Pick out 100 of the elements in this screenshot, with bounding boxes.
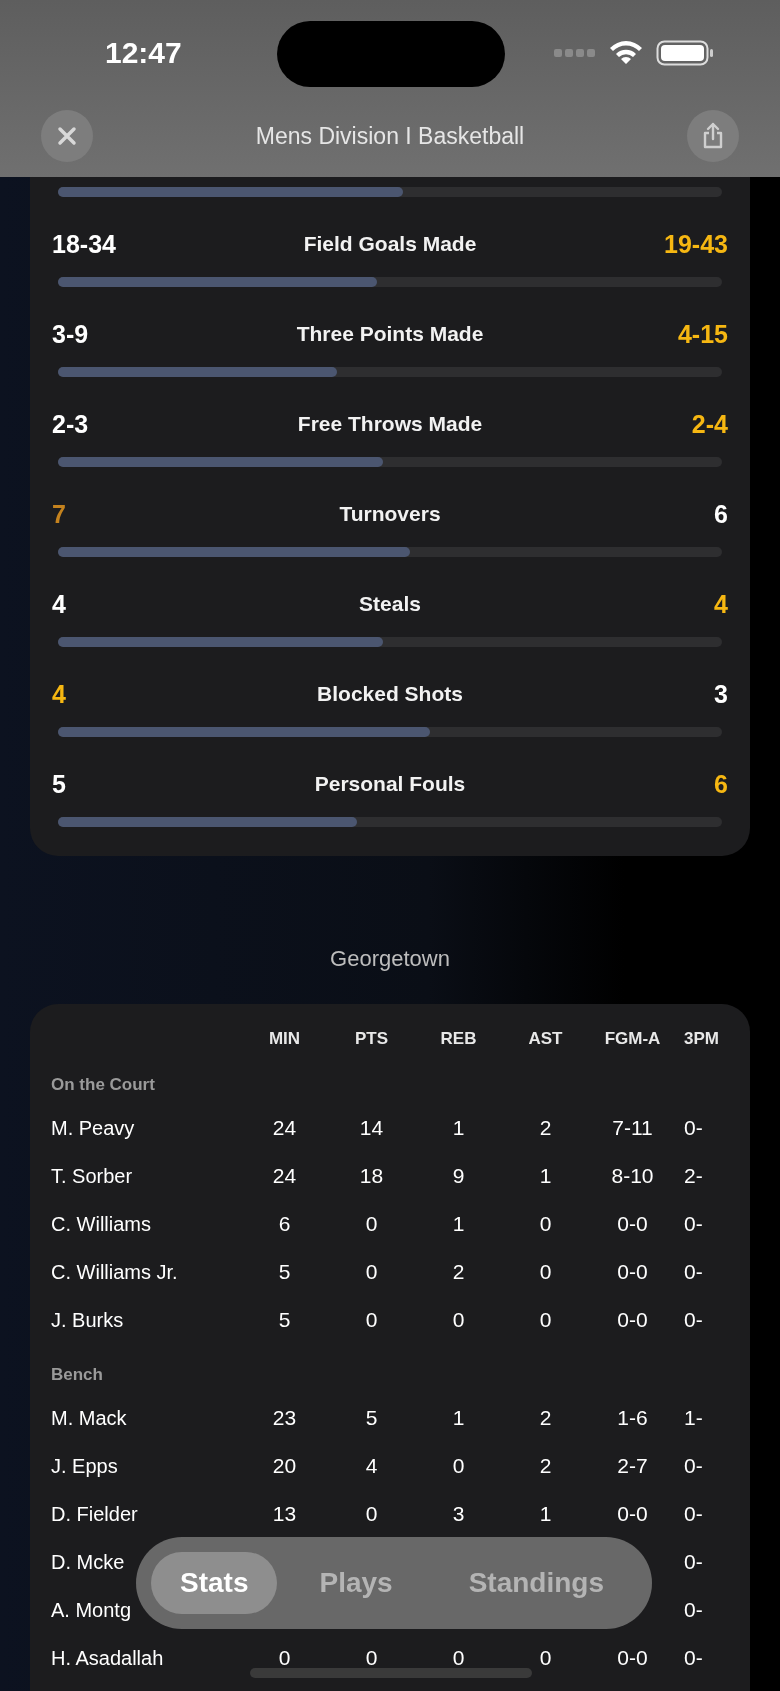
stat-cell-text: 0	[364, 1212, 379, 1236]
stat-label: Personal Fouls	[314, 772, 466, 796]
team-stat-value: 3-9	[52, 319, 89, 349]
team-name: Georgetown	[329, 945, 451, 973]
opponent-stat-value: 3	[714, 679, 728, 709]
stat-cell-text: 0-	[683, 1646, 704, 1670]
stat-cell-text: 0-0	[616, 1502, 649, 1526]
stat-cell-text: 1	[451, 1212, 466, 1236]
player-name[interactable]: A. Montg	[51, 1598, 132, 1622]
stat-cell-text: 1-6	[616, 1406, 649, 1430]
stat-cell-text: 13	[271, 1502, 298, 1526]
stat-cell-text: 6	[277, 1212, 292, 1236]
stat-cell-text: 8-10	[610, 1164, 655, 1188]
player-name[interactable]: C. Williams	[51, 1212, 151, 1236]
team-stat-value: 7	[52, 499, 66, 529]
stat-label: Three Points Made	[296, 322, 484, 346]
opponent-stat-value: 6	[714, 769, 728, 799]
group-title: On the Court	[51, 1074, 156, 1096]
team-stat-value: 5	[52, 769, 66, 799]
opponent-stat-value: 4	[714, 589, 728, 619]
stat-cell-text: 0-	[683, 1598, 704, 1622]
stat-cell-text: 5	[277, 1260, 292, 1284]
player-name[interactable]: M. Mack	[51, 1406, 127, 1430]
player-name[interactable]: J. Epps	[51, 1454, 118, 1478]
battery-icon	[656, 40, 714, 66]
stat-cell-text: 2-7	[616, 1454, 649, 1478]
stat-cell-text: 0-	[683, 1116, 704, 1140]
stat-cell-text: 0	[451, 1308, 466, 1332]
status-time: 12:47	[105, 36, 183, 70]
stat-cell-text: 0-0	[616, 1308, 649, 1332]
stat-cell-text: 0	[538, 1308, 553, 1332]
column-header: MIN	[267, 1029, 302, 1049]
column-header: AST	[527, 1029, 564, 1049]
player-name[interactable]: D. Mcke	[51, 1550, 125, 1574]
stat-cell-text: 9	[451, 1164, 466, 1188]
stat-label: Blocked Shots	[317, 682, 463, 706]
stat-cell-text: 0-	[683, 1454, 704, 1478]
stat-cell-text: 2	[538, 1116, 553, 1140]
stat-cell-text: 14	[358, 1116, 385, 1140]
stat-cell-text: 1	[451, 1116, 466, 1140]
opponent-stat-value: 6	[714, 499, 728, 529]
stat-cell-text: 0-0	[616, 1212, 649, 1236]
stat-cell-text: 2	[538, 1406, 553, 1430]
stat-cell-text: 24	[271, 1116, 298, 1140]
stat-cell-text: 0	[538, 1260, 553, 1284]
player-name[interactable]: M. Peavy	[51, 1116, 135, 1140]
share-button[interactable]	[687, 110, 739, 162]
stat-label: Free Throws Made	[297, 412, 483, 436]
stat-cell-text: 0	[364, 1308, 379, 1332]
stat-cell-text: 18	[358, 1164, 385, 1188]
team-stat-value: 4	[52, 589, 66, 619]
stat-cell-text: 0	[364, 1502, 379, 1526]
stat-cell-text: 0	[451, 1646, 466, 1670]
column-header: 3PM	[683, 1029, 720, 1049]
stat-cell-text: 23	[271, 1406, 298, 1430]
signal-icon	[554, 49, 596, 57]
stat-cell-text: 0-	[683, 1212, 704, 1236]
stat-label: Turnovers	[339, 502, 441, 526]
stat-cell-text: 0	[451, 1454, 466, 1478]
column-header: FGM-A	[603, 1029, 662, 1049]
stat-cell-text: 0-	[683, 1502, 704, 1526]
opponent-stat-value: 4-15	[677, 319, 728, 349]
stat-cell-text: 2	[451, 1260, 466, 1284]
stat-cell-text: 2-	[683, 1164, 704, 1188]
stat-cell-text: 0	[364, 1260, 379, 1284]
player-name[interactable]: T. Sorber	[51, 1164, 133, 1188]
stat-cell-text: 0-	[683, 1260, 704, 1284]
stat-cell-text: 7-11	[611, 1116, 654, 1140]
stat-cell-text: 5	[364, 1406, 379, 1430]
stat-cell-text: 0-	[683, 1550, 704, 1574]
column-header: REB	[439, 1029, 478, 1049]
stat-cell-text: 0-0	[616, 1646, 649, 1670]
stat-cell-text: 2	[538, 1454, 553, 1478]
stat-cell-text: 0-	[683, 1308, 704, 1332]
stat-cell-text: 0	[277, 1646, 292, 1670]
stat-cell-text: 4	[364, 1454, 379, 1478]
wifi-icon	[608, 40, 644, 66]
player-name[interactable]: H. Asadallah	[51, 1646, 164, 1670]
stat-cell-text: 20	[271, 1454, 298, 1478]
stat-cell-text: 24	[271, 1164, 298, 1188]
opponent-stat-value: 19-43	[664, 229, 728, 259]
column-header: PTS	[353, 1029, 390, 1049]
close-icon	[56, 125, 78, 147]
page-title: Mens Division I Basketball	[255, 122, 525, 150]
stat-cell-text: 1	[538, 1164, 553, 1188]
team-stat-value: 4	[52, 679, 66, 709]
stat-cell-text: 1	[538, 1502, 553, 1526]
group-title: Bench	[51, 1364, 104, 1386]
player-name[interactable]: D. Fielder	[51, 1502, 138, 1526]
player-name[interactable]: C. Williams Jr.	[51, 1260, 178, 1284]
stat-cell-text: 0	[364, 1646, 379, 1670]
close-button[interactable]	[41, 110, 93, 162]
stat-label: Steals	[359, 592, 421, 616]
stat-label: Field Goals Made	[303, 232, 477, 256]
stat-cell-text: 1	[451, 1406, 466, 1430]
team-stat-value: 2-3	[52, 409, 89, 439]
stat-cell-text: 5	[277, 1308, 292, 1332]
team-stat-value: 18-34	[52, 229, 116, 259]
player-name[interactable]: J. Burks	[51, 1308, 124, 1332]
stat-cell-text: 0-0	[616, 1260, 649, 1284]
